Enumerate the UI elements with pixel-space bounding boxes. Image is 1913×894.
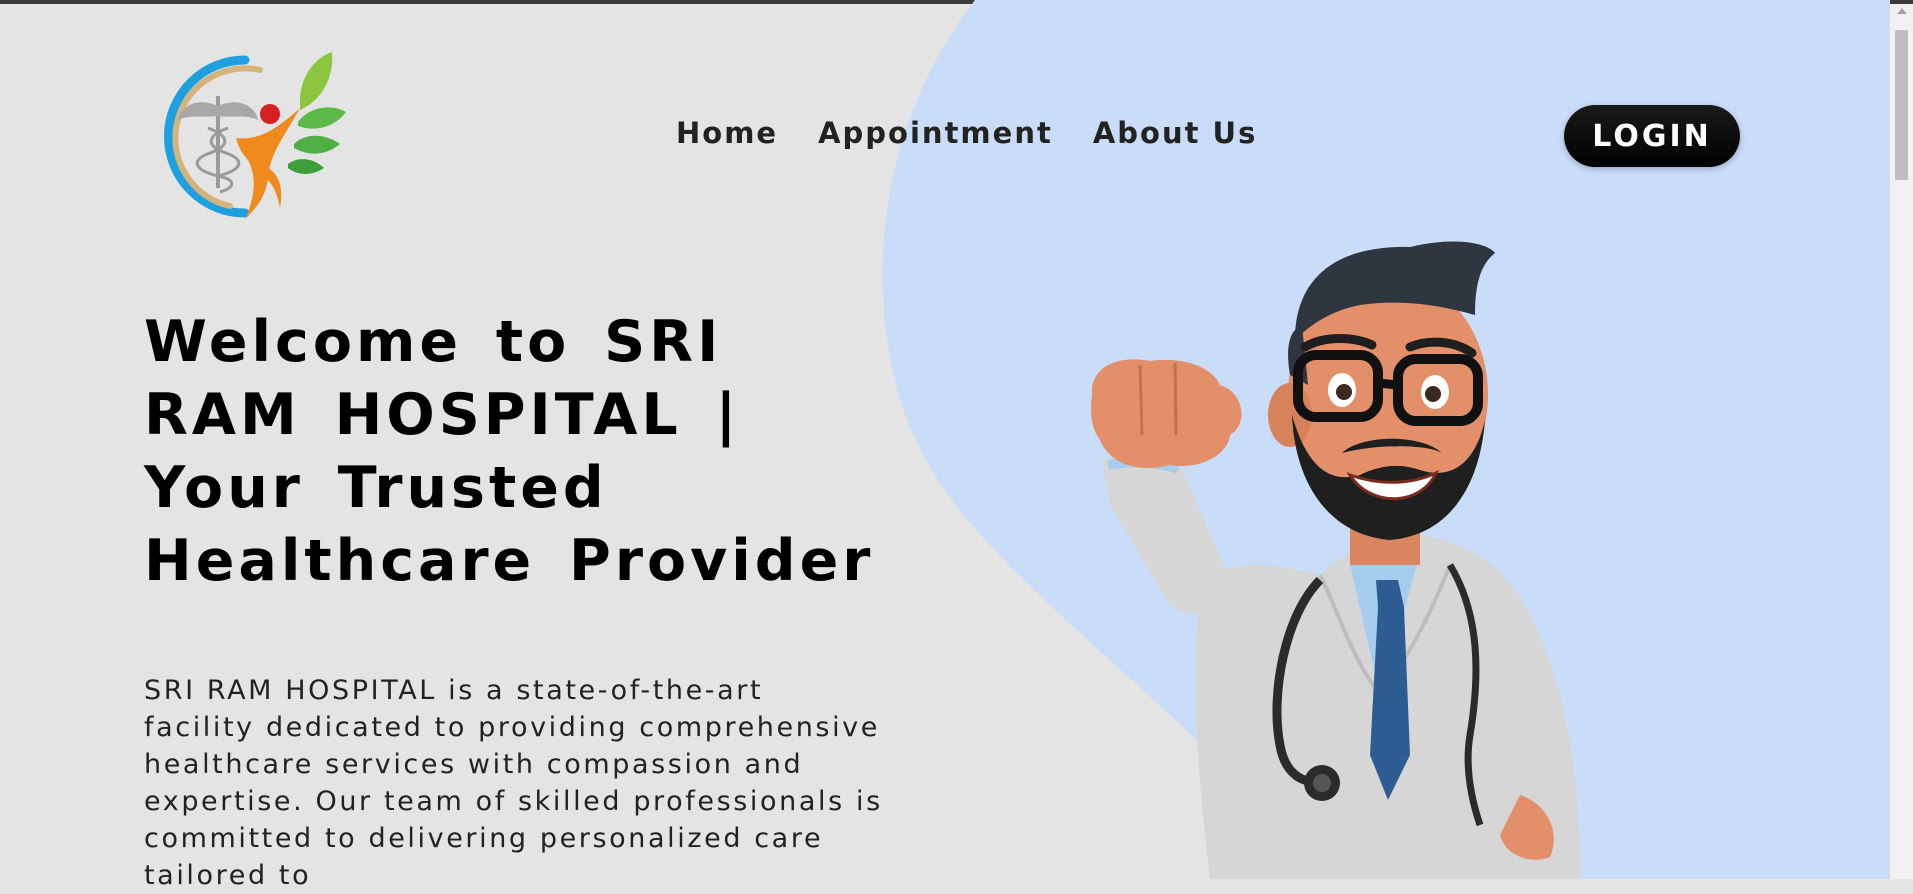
main-navigation: Home Appointment About Us	[676, 116, 1257, 150]
login-button[interactable]: LOGIN	[1564, 105, 1740, 167]
doctor-illustration	[1090, 241, 1580, 879]
scroll-thumb[interactable]	[1895, 30, 1908, 180]
scroll-up-arrow-icon[interactable]	[1897, 8, 1907, 14]
nav-appointment-link[interactable]: Appointment	[818, 116, 1053, 150]
nav-home-link[interactable]: Home	[676, 116, 778, 150]
hero-title: Welcome to SRI RAM HOSPITAL | Your Trust…	[144, 309, 875, 594]
hero-description: SRI RAM HOSPITAL is a state-of-the-art f…	[144, 675, 883, 891]
hospital-logo-icon[interactable]	[150, 48, 360, 223]
vertical-scrollbar[interactable]	[1889, 4, 1913, 879]
nav-about-us-link[interactable]: About Us	[1093, 116, 1258, 150]
